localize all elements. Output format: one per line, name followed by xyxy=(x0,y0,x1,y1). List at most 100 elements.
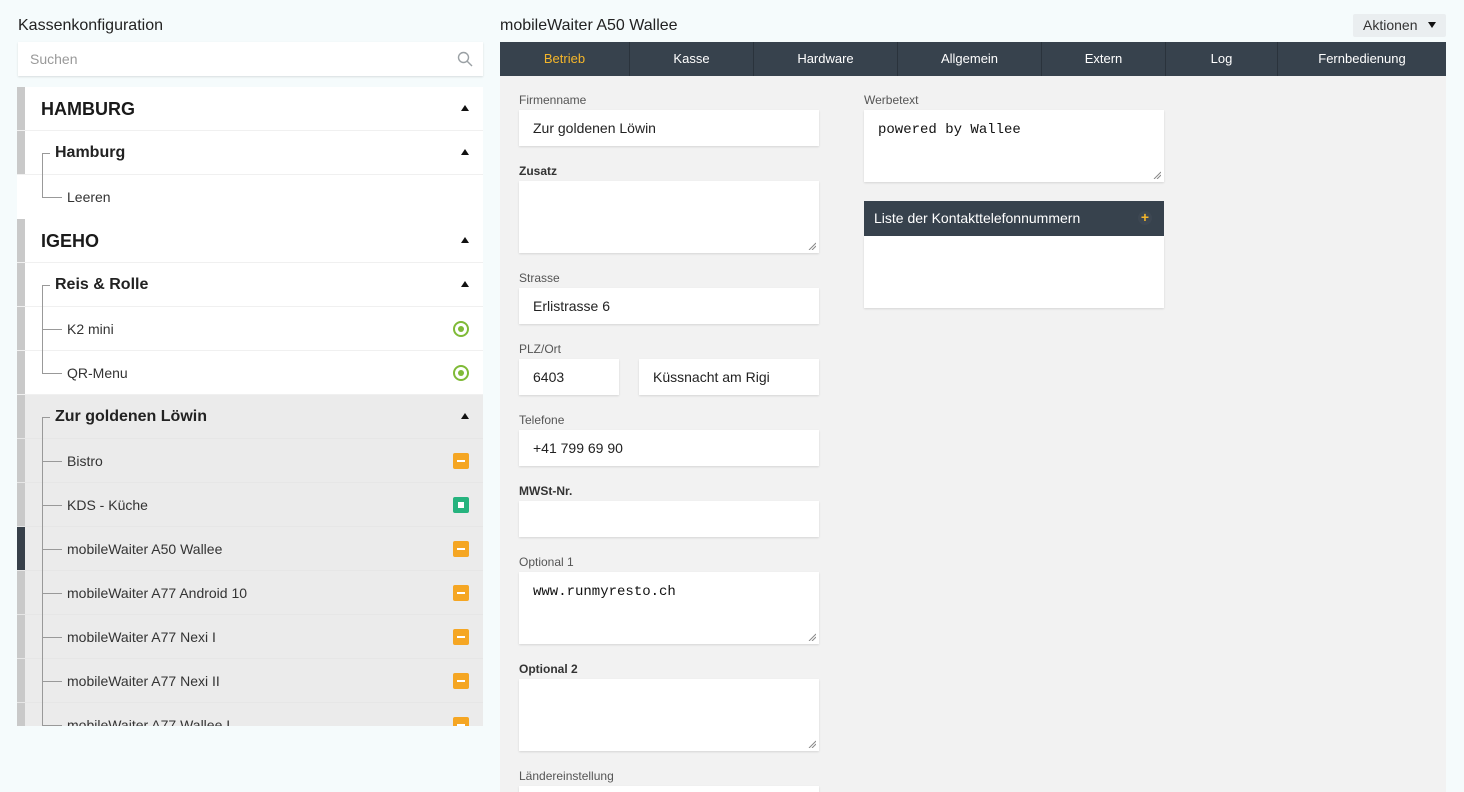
search-input[interactable] xyxy=(18,42,438,76)
tree-site-hamburg[interactable]: Hamburg xyxy=(17,131,483,175)
optional1-textarea[interactable]: www.runmyresto.ch xyxy=(519,572,819,644)
tree-item-label: Leeren xyxy=(67,189,111,205)
ort-field[interactable]: Küssnacht am Rigi xyxy=(639,359,819,395)
android-icon xyxy=(453,321,469,337)
dropdown-arrow-icon xyxy=(1428,22,1436,28)
tree-connector xyxy=(42,549,62,550)
add-contact-icon[interactable]: + xyxy=(1138,210,1152,225)
strasse-field[interactable]: Erlistrasse 6 xyxy=(519,288,819,324)
pos-terminal-icon xyxy=(453,673,469,689)
tree-site-label: Reis & Rolle xyxy=(55,276,149,293)
optional1-label: Optional 1 xyxy=(519,555,574,569)
tree-group-label: HAMBURG xyxy=(41,99,135,119)
tree-group-igeho[interactable]: IGEHO xyxy=(17,219,483,263)
collapse-caret-icon[interactable] xyxy=(461,149,469,155)
optional1-value: www.runmyresto.ch xyxy=(533,584,676,600)
row-indicator xyxy=(17,131,25,174)
row-indicator xyxy=(17,439,25,482)
tree-item-label: mobileWaiter A50 Wallee xyxy=(67,541,223,557)
tree-item-mobilewaiter-a77-nexi1[interactable]: mobileWaiter A77 Nexi I xyxy=(17,615,483,659)
telefone-label: Telefone xyxy=(519,413,565,427)
pos-terminal-icon xyxy=(453,585,469,601)
telefone-field[interactable]: +41 799 69 90 xyxy=(519,430,819,466)
tree-item-label: mobileWaiter A77 Nexi II xyxy=(67,673,220,689)
tree-connector xyxy=(42,373,62,374)
row-indicator xyxy=(17,659,25,702)
tree-site-zur-goldenen-loewin[interactable]: Zur goldenen Löwin xyxy=(17,395,483,439)
tab-betrieb[interactable]: Betrieb xyxy=(500,42,630,76)
actions-label: Aktionen xyxy=(1363,17,1418,33)
tree-connector xyxy=(42,197,62,198)
tab-fernbedienung[interactable]: Fernbedienung xyxy=(1278,42,1446,76)
tree-item-label: mobileWaiter A77 Wallee I xyxy=(67,717,231,726)
config-tree: HAMBURG Hamburg Leeren IGEHO Reis & Roll… xyxy=(17,87,483,726)
contact-list xyxy=(864,236,1164,308)
tree-connector xyxy=(42,593,62,594)
left-panel-title: Kassenkonfiguration xyxy=(18,17,163,34)
row-indicator xyxy=(17,615,25,658)
collapse-caret-icon[interactable] xyxy=(461,105,469,111)
android-icon xyxy=(453,365,469,381)
tree-connector xyxy=(42,725,62,726)
tree-item-mobilewaiter-a77-wallee1[interactable]: mobileWaiter A77 Wallee I xyxy=(17,703,483,726)
mwst-field[interactable] xyxy=(519,501,819,537)
device-title: mobileWaiter A50 Wallee xyxy=(500,17,678,34)
tab-log[interactable]: Log xyxy=(1166,42,1278,76)
tree-connector xyxy=(42,417,43,439)
row-indicator xyxy=(17,703,25,726)
firmenname-field[interactable]: Zur goldenen Löwin xyxy=(519,110,819,146)
collapse-caret-icon[interactable] xyxy=(461,413,469,419)
tree-connector xyxy=(42,153,50,154)
tab-allgemein[interactable]: Allgemein xyxy=(898,42,1042,76)
contact-list-title: Liste der Kontakttelefonnummern xyxy=(874,210,1081,226)
pos-terminal-icon xyxy=(453,717,469,726)
actions-dropdown[interactable]: Aktionen xyxy=(1353,14,1446,37)
tree-item-bistro[interactable]: Bistro xyxy=(17,439,483,483)
collapse-caret-icon[interactable] xyxy=(461,281,469,287)
tree-item-leeren[interactable]: Leeren xyxy=(17,175,483,219)
tree-connector xyxy=(42,329,62,330)
tree-connector xyxy=(42,285,50,286)
tree-item-label: mobileWaiter A77 Nexi I xyxy=(67,629,216,645)
row-indicator xyxy=(17,263,25,306)
tree-connector xyxy=(42,351,43,373)
row-indicator xyxy=(17,395,25,438)
kitchen-display-icon xyxy=(453,497,469,513)
tab-extern[interactable]: Extern xyxy=(1042,42,1166,76)
plz-field[interactable]: 6403 xyxy=(519,359,619,395)
resize-grip-icon[interactable] xyxy=(808,740,816,748)
tree-group-hamburg[interactable]: HAMBURG xyxy=(17,87,483,131)
tab-kasse[interactable]: Kasse xyxy=(630,42,754,76)
row-indicator-selected xyxy=(17,527,25,570)
tree-item-label: QR-Menu xyxy=(67,365,128,381)
tree-connector xyxy=(42,505,62,506)
zusatz-textarea[interactable] xyxy=(519,181,819,253)
search-icon[interactable] xyxy=(457,51,473,67)
tree-connector xyxy=(42,417,50,418)
tree-item-k2-mini[interactable]: K2 mini xyxy=(17,307,483,351)
tab-hardware[interactable]: Hardware xyxy=(754,42,898,76)
tree-item-mobilewaiter-a50-wallee[interactable]: mobileWaiter A50 Wallee xyxy=(17,527,483,571)
collapse-caret-icon[interactable] xyxy=(461,237,469,243)
tree-item-label: K2 mini xyxy=(67,321,114,337)
tab-bar: Betrieb Kasse Hardware Allgemein Extern … xyxy=(500,42,1446,76)
tree-item-mobilewaiter-a77-nexi2[interactable]: mobileWaiter A77 Nexi II xyxy=(17,659,483,703)
tree-connector xyxy=(42,637,62,638)
optional2-label: Optional 2 xyxy=(519,662,578,676)
tree-connector xyxy=(42,175,43,197)
tree-item-qr-menu[interactable]: QR-Menu xyxy=(17,351,483,395)
tree-site-reis-rolle[interactable]: Reis & Rolle xyxy=(17,263,483,307)
tree-item-kds-kueche[interactable]: KDS - Küche xyxy=(17,483,483,527)
werbetext-textarea[interactable]: powered by Wallee xyxy=(864,110,1164,182)
laendereinstellung-field[interactable] xyxy=(519,786,819,792)
row-indicator xyxy=(17,571,25,614)
betrieb-form: Firmenname Zur goldenen Löwin Zusatz Str… xyxy=(500,76,1446,792)
resize-grip-icon[interactable] xyxy=(1153,171,1161,179)
optional2-textarea[interactable] xyxy=(519,679,819,751)
row-indicator xyxy=(17,483,25,526)
resize-grip-icon[interactable] xyxy=(808,242,816,250)
resize-grip-icon[interactable] xyxy=(808,633,816,641)
tree-site-label: Hamburg xyxy=(55,144,126,161)
tree-item-mobilewaiter-a77-android10[interactable]: mobileWaiter A77 Android 10 xyxy=(17,571,483,615)
mwst-label: MWSt-Nr. xyxy=(519,484,573,498)
